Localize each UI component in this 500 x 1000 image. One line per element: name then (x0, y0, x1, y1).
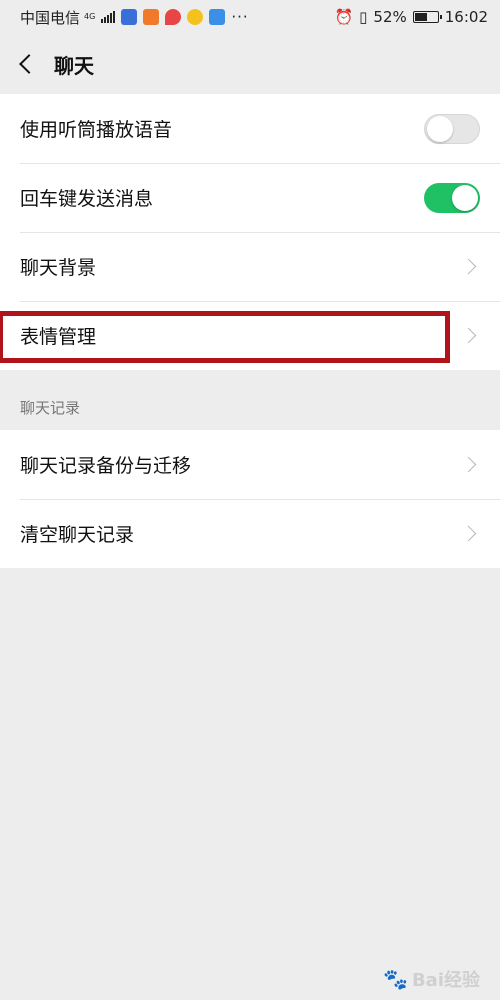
setting-label: 聊天背景 (20, 257, 97, 279)
earpiece-toggle[interactable] (424, 113, 480, 144)
status-bar: 中国电信 4G ··· ⏰ ▯ 52% 16:02 (0, 0, 500, 34)
vibrate-icon: ▯ (359, 8, 368, 26)
chevron-right-icon (460, 258, 477, 275)
setting-enter-to-send[interactable]: 回车键发送消息 (0, 163, 500, 232)
back-arrow-icon[interactable] (19, 54, 39, 74)
nav-header: 聊天 (0, 34, 500, 94)
setting-label: 表情管理 (20, 326, 97, 348)
status-right: ⏰ ▯ 52% 16:02 (334, 8, 488, 26)
toggle-knob (427, 115, 453, 142)
shopping-app-icon (143, 9, 160, 25)
app-notification-icon (209, 9, 226, 25)
chevron-right-icon (460, 456, 477, 473)
alarm-icon: ⏰ (334, 8, 354, 26)
page-title: 聊天 (54, 53, 94, 78)
status-left: 中国电信 4G ··· (20, 7, 249, 28)
setting-label: 清空聊天记录 (20, 524, 135, 546)
chat-history-group: 聊天记录备份与迁移 清空聊天记录 (0, 430, 500, 568)
baidu-app-icon (121, 9, 138, 25)
setting-label: 使用听筒播放语音 (20, 119, 173, 141)
signal-icon (101, 11, 116, 23)
enter-send-toggle[interactable] (424, 182, 480, 213)
toggle-knob (452, 184, 478, 211)
battery-icon (412, 11, 442, 23)
weibo-icon (187, 9, 204, 25)
setting-label: 回车键发送消息 (20, 188, 154, 210)
watermark-text: Bai经验 (411, 970, 480, 991)
carrier-name: 中国电信 (20, 8, 81, 27)
section-title-chat-history: 聊天记录 (20, 399, 81, 417)
setting-use-earpiece[interactable]: 使用听筒播放语音 (0, 94, 500, 163)
setting-sticker-management[interactable]: 表情管理 (0, 301, 500, 370)
network-type: 4G (84, 12, 96, 21)
map-pin-icon (165, 9, 182, 25)
history-clear[interactable]: 清空聊天记录 (0, 499, 500, 568)
chevron-right-icon (460, 525, 477, 542)
setting-chat-background[interactable]: 聊天背景 (0, 232, 500, 301)
history-backup-migrate[interactable]: 聊天记录备份与迁移 (0, 430, 500, 499)
more-notifications-icon: ··· (231, 8, 249, 26)
watermark: 🐾 Bai经验 (383, 966, 480, 992)
paw-icon: 🐾 (383, 967, 408, 991)
setting-label: 聊天记录备份与迁移 (20, 455, 192, 477)
battery-percent: 52% (373, 8, 407, 26)
clock: 16:02 (444, 8, 488, 26)
chevron-right-icon (460, 327, 477, 344)
chat-settings-group: 使用听筒播放语音 回车键发送消息 聊天背景 表情管理 (0, 94, 500, 370)
